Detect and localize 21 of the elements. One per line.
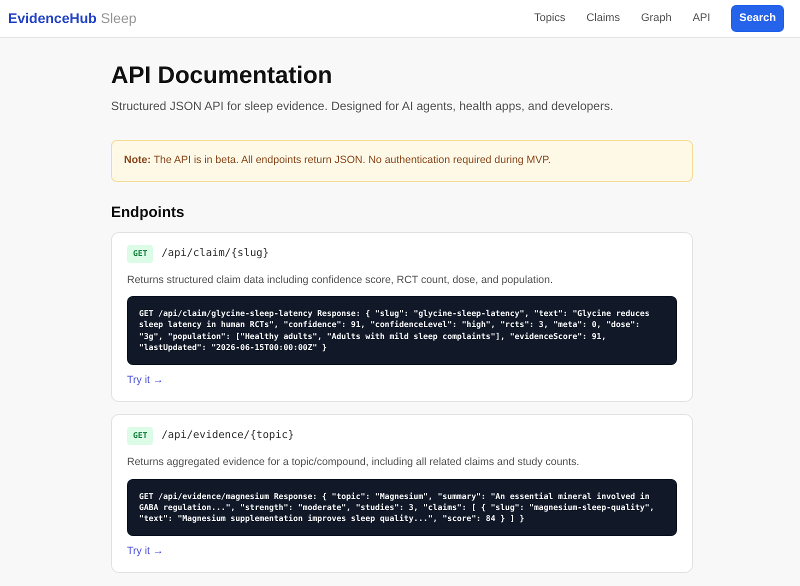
endpoint-description: Returns structured claim data including confidence score, RCT count, dose, and population. [127, 272, 554, 288]
code-example: GET /api/claim/glycine-sleep-latency Response: { "slug": "glycine-sleep-latency", "text": "Glycine reduces sleep latency in human RCTs", "confidence": 91, "confidenceLevel": "high", "rcts": 3, "meta": 0, "dose": "3g", "population": ["Healthy adults", "Adults with mild sleep complaints"], "evidenceScore": 91, "lastUpdated": "2026-06-15T00:00:00Z" } [127, 296, 677, 366]
try-it-link[interactable]: Try it → [127, 544, 164, 560]
page-title: API Documentation [111, 62, 334, 91]
brand-suffix: Sleep [100, 9, 137, 28]
nav-link[interactable]: API [692, 10, 710, 27]
try-it-link[interactable]: Try it → [127, 373, 164, 389]
method-tag: GET [127, 426, 154, 445]
search-button[interactable]: Search [731, 5, 784, 32]
nav-link[interactable]: Claims [586, 10, 620, 27]
nav-link[interactable]: Graph [640, 10, 672, 27]
beta-notice: Note: The API is in beta. All endpoints return JSON. No authentication required during MVP. [111, 140, 693, 182]
endpoint-path: /api/evidence/{topic} [161, 428, 294, 443]
endpoint-path: /api/claim/{slug} [161, 246, 269, 261]
brand-name[interactable]: EvidenceHub [8, 8, 97, 29]
page-subtitle: Structured JSON API for sleep evidence. Designed for AI agents, health apps, and developers. [111, 98, 614, 115]
code-example: GET /api/evidence/magnesium Response: { "topic": "Magnesium", "summary": "An essential mineral involved in GABA regulation...", "strength": "moderate", "studies": 3, "claims": [ { "slug": "magnesium-sleep-quality", "text": "Magnesium supplementation improves sleep quality...", "score": 84 } ] } [127, 478, 677, 536]
nav-link[interactable]: Topics [534, 10, 566, 27]
endpoint-description: Returns aggregated evidence for a topic/compound, including all related claims and study counts. [127, 454, 580, 470]
method-tag: GET [127, 244, 154, 263]
section-heading: Endpoints [111, 204, 186, 222]
